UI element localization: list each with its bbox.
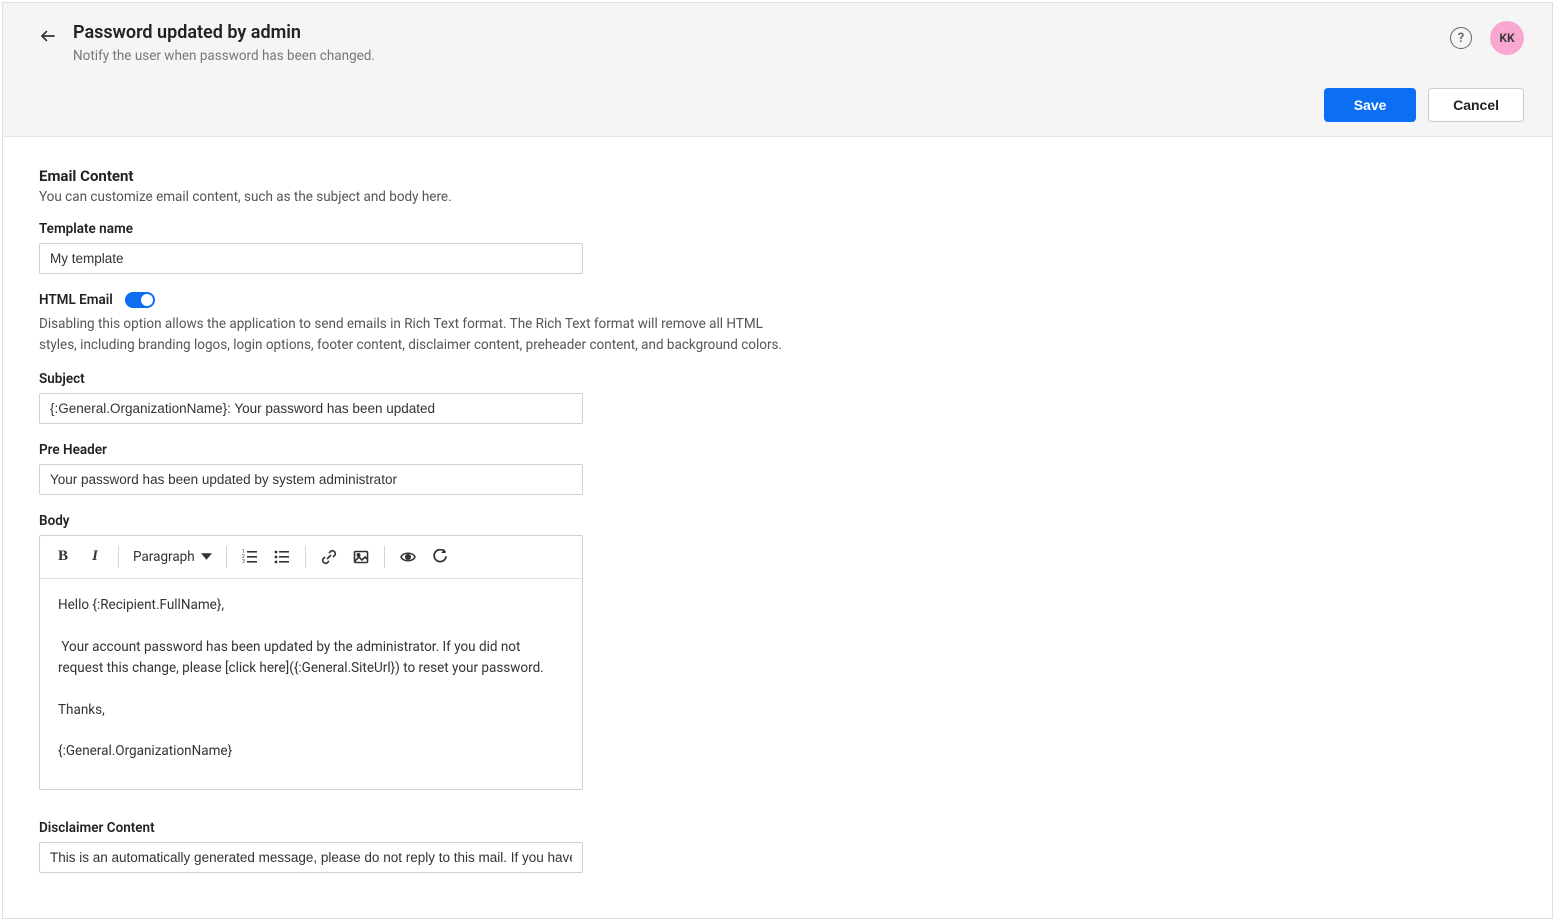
- avatar-initials: KK: [1499, 31, 1514, 45]
- refresh-button[interactable]: [425, 542, 455, 572]
- image-button[interactable]: [346, 542, 376, 572]
- template-name-field: Template name: [39, 221, 1516, 274]
- save-button[interactable]: Save: [1324, 88, 1416, 122]
- action-row: Save Cancel: [37, 88, 1524, 122]
- html-email-toggle[interactable]: [125, 292, 155, 308]
- subject-label: Subject: [39, 371, 1516, 387]
- subject-input[interactable]: [39, 393, 583, 424]
- toolbar-separator: [305, 546, 306, 568]
- body-editor: B I Paragraph 123: [39, 535, 583, 790]
- preheader-input[interactable]: [39, 464, 583, 495]
- subject-field: Subject: [39, 371, 1516, 424]
- title-wrap: Password updated by admin Notify the use…: [37, 21, 375, 64]
- chevron-down-icon: [201, 551, 212, 562]
- toolbar-separator: [384, 546, 385, 568]
- page-title: Password updated by admin: [73, 21, 375, 44]
- section-description: You can customize email content, such as…: [39, 189, 1516, 205]
- ordered-list-icon: 123: [242, 549, 258, 565]
- link-icon: [321, 549, 337, 565]
- back-button[interactable]: [37, 25, 59, 47]
- link-button[interactable]: [314, 542, 344, 572]
- content-area: Email Content You can customize email co…: [3, 137, 1552, 903]
- disclaimer-label: Disclaimer Content: [39, 820, 1516, 836]
- eye-icon: [400, 549, 416, 565]
- preview-button[interactable]: [393, 542, 423, 572]
- preheader-label: Pre Header: [39, 442, 1516, 458]
- refresh-icon: [432, 549, 448, 565]
- cancel-button[interactable]: Cancel: [1428, 88, 1524, 122]
- header-right: ? KK: [1450, 21, 1524, 55]
- unordered-list-button[interactable]: [267, 542, 297, 572]
- preheader-field: Pre Header: [39, 442, 1516, 495]
- svg-text:3: 3: [242, 559, 245, 565]
- html-email-label: HTML Email: [39, 292, 113, 308]
- editor-toolbar: B I Paragraph 123: [40, 536, 582, 579]
- template-name-input[interactable]: [39, 243, 583, 274]
- help-icon: ?: [1458, 31, 1464, 46]
- avatar[interactable]: KK: [1490, 21, 1524, 55]
- editor-body[interactable]: Hello {:Recipient.FullName}, Your accoun…: [40, 579, 582, 789]
- toolbar-separator: [226, 546, 227, 568]
- format-select[interactable]: Paragraph: [127, 545, 218, 569]
- disclaimer-input[interactable]: [39, 842, 583, 873]
- page-header: Password updated by admin Notify the use…: [3, 3, 1552, 137]
- page-container: Password updated by admin Notify the use…: [2, 2, 1553, 919]
- body-label: Body: [39, 513, 1516, 529]
- bold-icon: B: [58, 548, 68, 565]
- title-block: Password updated by admin Notify the use…: [73, 21, 375, 64]
- header-top-row: Password updated by admin Notify the use…: [37, 21, 1524, 64]
- template-name-label: Template name: [39, 221, 1516, 237]
- image-icon: [353, 549, 369, 565]
- unordered-list-icon: [274, 549, 290, 565]
- bold-button[interactable]: B: [48, 542, 78, 572]
- ordered-list-button[interactable]: 123: [235, 542, 265, 572]
- format-select-label: Paragraph: [133, 549, 195, 565]
- toolbar-separator: [118, 546, 119, 568]
- italic-button[interactable]: I: [80, 542, 110, 572]
- html-email-row: HTML Email: [39, 292, 1516, 308]
- html-email-description: Disabling this option allows the applica…: [39, 314, 799, 355]
- arrow-left-icon: [39, 27, 57, 45]
- italic-icon: I: [92, 548, 98, 565]
- page-subtitle: Notify the user when password has been c…: [73, 48, 375, 64]
- section-title: Email Content: [39, 167, 1516, 185]
- help-button[interactable]: ?: [1450, 27, 1472, 49]
